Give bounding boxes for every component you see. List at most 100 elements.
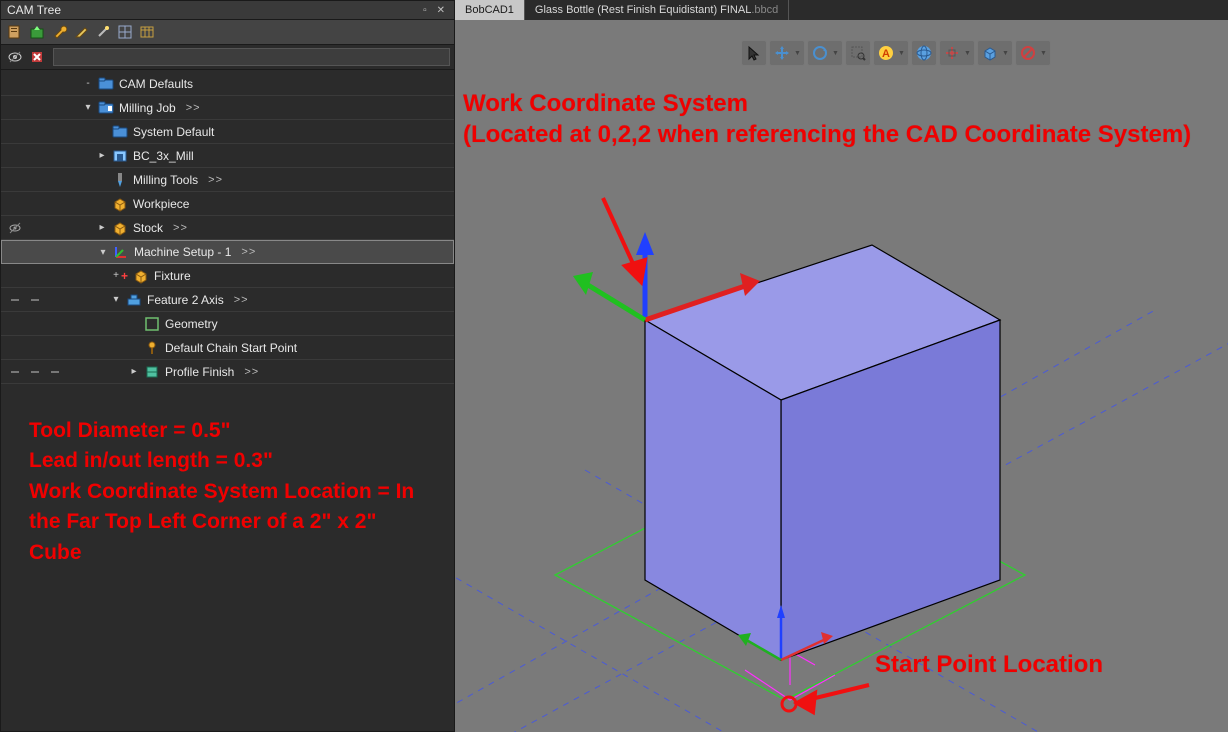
tree-item-machine-setup[interactable]: ▾ Machine Setup - 1 >> [1, 240, 454, 264]
viewport-toolbar: ▼ ▼ A▼ ▼ ▼ ▼ [741, 40, 1051, 66]
gutter-col-1[interactable] [25, 288, 45, 312]
gutter-col-2 [45, 72, 65, 96]
vp-cursor-icon[interactable] [741, 40, 767, 66]
annotation-wcs: Work Coordinate System (Located at 0,2,2… [463, 88, 1203, 150]
machine-icon [111, 148, 129, 164]
gutter-col-0[interactable] [5, 216, 25, 240]
gutter-col-2 [45, 336, 65, 360]
toolbar-table-icon[interactable] [137, 22, 157, 42]
tree-item-label: BC_3x_Mill [133, 149, 194, 163]
tree-item-fixture[interactable]: ++Fixture [1, 264, 454, 288]
gutter-col-0 [5, 144, 25, 168]
cam-tree-panel: CAM Tree ▫ ✕ -CAM Defaults▾Milling Job>>… [0, 0, 455, 732]
document-tabs: BobCAD1 Glass Bottle (Rest Finish Equidis… [455, 0, 1228, 20]
toolbar-wand-icon[interactable] [93, 22, 113, 42]
tree-item-bc-3x-mill[interactable]: ▸ BC_3x_Mill [1, 144, 454, 168]
tab-label: Glass Bottle (Rest Finish Equidistant) F… [535, 4, 751, 16]
annotation-start-point: Start Point Location [875, 649, 1103, 680]
gutter-col-2 [45, 96, 65, 120]
gutter-col-0[interactable] [5, 288, 25, 312]
tree-item-label: Stock [133, 221, 163, 235]
chevron-right-icon[interactable]: >> [234, 294, 249, 306]
tree-scroll[interactable]: -CAM Defaults▾Milling Job>>System Defaul… [1, 70, 454, 731]
vp-orbit-icon[interactable]: ▼ [807, 40, 843, 66]
gutter-col-0[interactable] [5, 360, 25, 384]
gutter-col-1[interactable] [25, 360, 45, 384]
filter-visibility-icon[interactable] [5, 47, 25, 67]
filter-row [1, 45, 454, 70]
expander-icon[interactable]: - [81, 78, 95, 89]
gutter-col-0 [5, 96, 25, 120]
toolbar-doc-icon[interactable] [5, 22, 25, 42]
gutter-col-0 [5, 192, 25, 216]
gutter-col-0 [5, 312, 25, 336]
tree-item-stock[interactable]: ▸ Stock >> [1, 216, 454, 240]
tool-icon [111, 172, 129, 188]
expander-icon[interactable]: ▸ [95, 150, 109, 161]
annotation-tool-params: Tool Diameter = 0.5" Lead in/out length … [1, 386, 454, 578]
toolbar-grid-icon[interactable] [115, 22, 135, 42]
feat-icon [125, 292, 143, 308]
tab-0[interactable]: BobCAD1 [455, 0, 525, 20]
chevron-right-icon[interactable]: >> [186, 102, 201, 114]
op-icon [143, 364, 161, 380]
chevron-right-icon[interactable]: >> [208, 174, 223, 186]
vp-disabled-icon[interactable]: ▼ [1015, 40, 1051, 66]
gutter-col-2 [45, 288, 65, 312]
toolbar-import-icon[interactable] [27, 22, 47, 42]
gutter-col-0 [6, 240, 26, 264]
tree-item-label: Machine Setup - 1 [134, 245, 231, 259]
chevron-right-icon[interactable]: >> [241, 246, 256, 258]
tree-item-cam-defaults[interactable]: -CAM Defaults [1, 72, 454, 96]
tree-item-profile-finish[interactable]: ▸Profile Finish>> [1, 360, 454, 384]
expander-icon[interactable]: ▾ [109, 294, 123, 305]
tree-item-geometry[interactable]: Geometry [1, 312, 454, 336]
sysfolder-icon [111, 124, 129, 140]
gutter-col-1 [25, 336, 45, 360]
tree-item-milling-tools[interactable]: Milling Tools>> [1, 168, 454, 192]
cube-y-icon [111, 196, 129, 212]
tree-item-chain-start[interactable]: Default Chain Start Point [1, 336, 454, 360]
gutter-col-2[interactable] [45, 360, 65, 384]
expander-icon[interactable]: ▾ [96, 247, 110, 258]
panel-title: CAM Tree [7, 3, 61, 17]
gutter-col-1 [25, 120, 45, 144]
vp-globe-icon[interactable] [911, 40, 937, 66]
toolbar-edit-icon[interactable] [71, 22, 91, 42]
tree-item-milling-job[interactable]: ▾Milling Job>> [1, 96, 454, 120]
expander-icon[interactable]: ▸ [127, 366, 141, 377]
toolbar-wrench-icon[interactable] [49, 22, 69, 42]
tree-item-label: Default Chain Start Point [165, 341, 297, 355]
vp-analyze-icon[interactable]: A▼ [873, 40, 909, 66]
close-icon[interactable]: ✕ [434, 5, 448, 16]
right-panel: BobCAD1 Glass Bottle (Rest Finish Equidis… [455, 0, 1228, 732]
chevron-right-icon[interactable]: >> [173, 222, 188, 234]
vp-snap-icon[interactable]: ▼ [939, 40, 975, 66]
gutter-col-2 [45, 264, 65, 288]
viewport-3d[interactable]: ▼ ▼ A▼ ▼ ▼ ▼ Work Coordinate System (Loc… [455, 20, 1228, 732]
expander-icon[interactable]: ▾ [81, 102, 95, 113]
expander-icon[interactable]: ▸ [95, 222, 109, 233]
tab-1[interactable]: Glass Bottle (Rest Finish Equidistant) F… [525, 0, 789, 20]
tree-item-feature-2axis[interactable]: ▾Feature 2 Axis>> [1, 288, 454, 312]
gutter-col-1 [25, 264, 45, 288]
gutter-col-0 [5, 120, 25, 144]
tree-item-workpiece[interactable]: Workpiece [1, 192, 454, 216]
vp-box3d-icon[interactable]: ▼ [977, 40, 1013, 66]
gutter-col-1 [25, 168, 45, 192]
pin-icon [143, 340, 161, 356]
add-icon[interactable]: + [121, 269, 128, 283]
cam-tree: -CAM Defaults▾Milling Job>>System Defaul… [1, 70, 454, 386]
filter-delete-icon[interactable] [27, 47, 47, 67]
panel-toolbar [1, 20, 454, 45]
chevron-right-icon[interactable]: >> [244, 366, 259, 378]
gutter-col-1 [25, 192, 45, 216]
vp-pan-icon[interactable]: ▼ [769, 40, 805, 66]
millfolder-icon [97, 100, 115, 116]
vp-zoomwindow-icon[interactable] [845, 40, 871, 66]
tree-item-system-default[interactable]: System Default [1, 120, 454, 144]
tab-ext: .bbcd [751, 4, 778, 16]
pin-icon[interactable]: ▫ [420, 5, 430, 16]
svg-text:A: A [882, 48, 890, 60]
gutter-col-2 [45, 192, 65, 216]
